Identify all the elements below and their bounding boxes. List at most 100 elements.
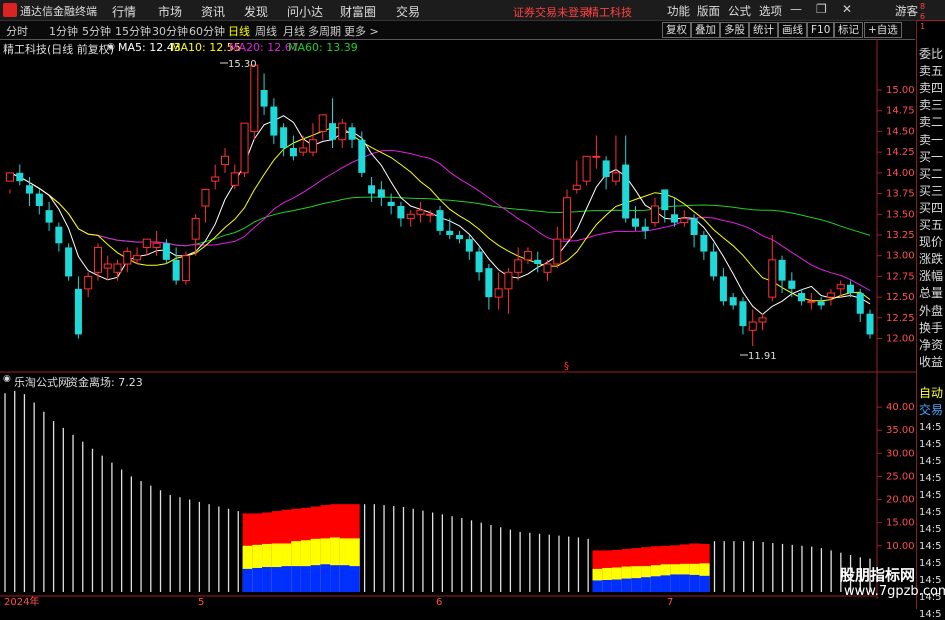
stack-blue-segment	[660, 575, 671, 592]
candle-down	[856, 293, 864, 314]
section-marker: §	[564, 361, 569, 372]
price-tick-label: 12.25	[886, 313, 915, 324]
menu-wealth[interactable]: 财富圈	[340, 3, 376, 20]
period-tab[interactable]: 1分钟	[49, 23, 78, 39]
quote-field-label: 买四	[919, 200, 944, 215]
candle-up	[240, 122, 249, 174]
candle-up	[230, 172, 239, 186]
candle-up	[650, 205, 660, 224]
candle-up	[572, 184, 581, 190]
menu-news[interactable]: 资讯	[201, 3, 225, 20]
candle-down	[45, 210, 53, 223]
settings-circle-icon[interactable]: ◉	[3, 374, 11, 384]
period-tab[interactable]: 5分钟	[82, 23, 111, 39]
login-warning[interactable]: 证券交易未登录	[513, 4, 590, 20]
candle-down	[348, 127, 356, 140]
price-tick-label: 14.00	[886, 168, 915, 179]
close-icon[interactable]: ✕	[842, 2, 852, 16]
price-tick-label: 12.50	[886, 292, 915, 303]
candle-up	[191, 217, 200, 240]
app-name: 通达信金融终端	[20, 5, 97, 18]
candle-up	[563, 197, 572, 240]
menu-layout[interactable]: 版面	[697, 3, 720, 19]
candle-down	[475, 251, 483, 273]
adjust-button[interactable]: 复权	[662, 22, 691, 38]
menu-market[interactable]: 市场	[158, 3, 182, 20]
candle-down	[622, 164, 630, 219]
period-tab[interactable]: 分时	[6, 23, 28, 39]
menu-function[interactable]: 功能	[667, 3, 690, 19]
minimize-icon[interactable]: —	[790, 2, 802, 16]
candle-down	[260, 90, 268, 107]
guest-user[interactable]: 游客	[895, 3, 918, 19]
stack-blue-segment	[349, 566, 360, 592]
price-tick-label: 13.25	[886, 230, 915, 241]
add-favorite-button[interactable]: +自选	[864, 22, 902, 38]
quote-field-label: 委比	[919, 47, 944, 61]
candle-up	[504, 271, 513, 290]
trade-time: 14:5	[919, 609, 942, 620]
trade-tab[interactable]: 交易	[919, 402, 943, 418]
quote-side-panel[interactable]: 委比 卖五 卖四 卖三 卖二 卖一 买一 买二 买三 买四 买五 现价 涨跌 涨幅 总量 外盘 换手 净资 收益 自动…	[916, 20, 945, 620]
menu-formula[interactable]: 公式	[728, 3, 751, 19]
candle-down	[280, 127, 288, 148]
candle-down	[358, 139, 366, 173]
stack-blue-segment	[262, 567, 273, 592]
period-tab[interactable]: 15分钟	[115, 23, 151, 39]
period-tab[interactable]: 30分钟	[152, 23, 188, 39]
price-tick-label: 14.50	[886, 126, 915, 137]
trade-time: 14:5	[919, 422, 942, 433]
indicator-value: 资金离场: 7.23	[67, 376, 143, 389]
period-tab[interactable]: 周线	[255, 23, 277, 39]
candle-up	[680, 217, 689, 224]
quote-field-label: 买三	[919, 183, 944, 198]
menu-quotes[interactable]: 行情	[112, 3, 136, 20]
period-tab[interactable]: 月线	[283, 23, 305, 39]
candle-down	[35, 193, 43, 206]
price-tick-label: 14.75	[886, 106, 915, 117]
quote-field-label: 涨跌	[919, 252, 944, 267]
auto-tab[interactable]: 自动	[919, 385, 943, 401]
candle-down	[65, 247, 73, 277]
stack-blue-segment	[242, 568, 253, 592]
price-tick-label: 14.25	[886, 147, 915, 158]
chart-area[interactable]: 15.00 14.75 14.50 14.25 14.00 13.75 13.50 13.25…	[0, 39, 916, 609]
menu-ask[interactable]: 问小达	[287, 3, 323, 20]
menu-options[interactable]: 选项	[759, 3, 782, 19]
candle-up	[5, 172, 15, 182]
mark-button[interactable]: 标记	[834, 22, 863, 38]
period-tab-more[interactable]: 更多 >	[344, 23, 379, 39]
statistics-button[interactable]: 统计	[749, 22, 778, 38]
watermark-title: 股朋指标网	[840, 566, 916, 584]
menu-discover[interactable]: 发现	[244, 3, 268, 20]
candle-down	[270, 106, 278, 136]
multi-stock-button[interactable]: 多股	[720, 22, 749, 38]
quote-field-label: 卖五	[919, 64, 944, 79]
candle-down	[690, 218, 698, 235]
x-label-year: 2024年	[4, 595, 39, 608]
candle-up	[201, 188, 210, 207]
trade-time: 14:5	[919, 490, 942, 501]
candle-up	[807, 300, 816, 303]
price-tick-label: 13.75	[886, 189, 915, 200]
corner-digit: 1	[920, 22, 926, 31]
f10-button[interactable]: F10	[807, 22, 835, 38]
candle-down	[778, 259, 786, 281]
stack-blue-segment	[699, 575, 710, 592]
draw-line-button[interactable]: 画线	[778, 22, 807, 38]
period-tab[interactable]: 60分钟	[189, 23, 225, 39]
candle-up	[523, 251, 532, 261]
menu-trade[interactable]: 交易	[396, 3, 420, 20]
period-tab[interactable]: 多周期	[308, 23, 341, 39]
candle-up	[181, 255, 190, 282]
overlay-button[interactable]: 叠加	[691, 22, 720, 38]
indicator-tick-label: 30.00	[886, 448, 915, 459]
x-label-june: 6	[436, 597, 442, 608]
candle-down	[436, 210, 444, 231]
settings-circle-icon[interactable]: ◉	[107, 42, 115, 52]
period-tab-active[interactable]: 日线	[228, 23, 250, 39]
app-logo-icon	[3, 3, 17, 17]
stack-blue-segment	[281, 566, 292, 592]
candle-down	[817, 301, 825, 306]
restore-icon[interactable]: ❐	[816, 2, 827, 16]
